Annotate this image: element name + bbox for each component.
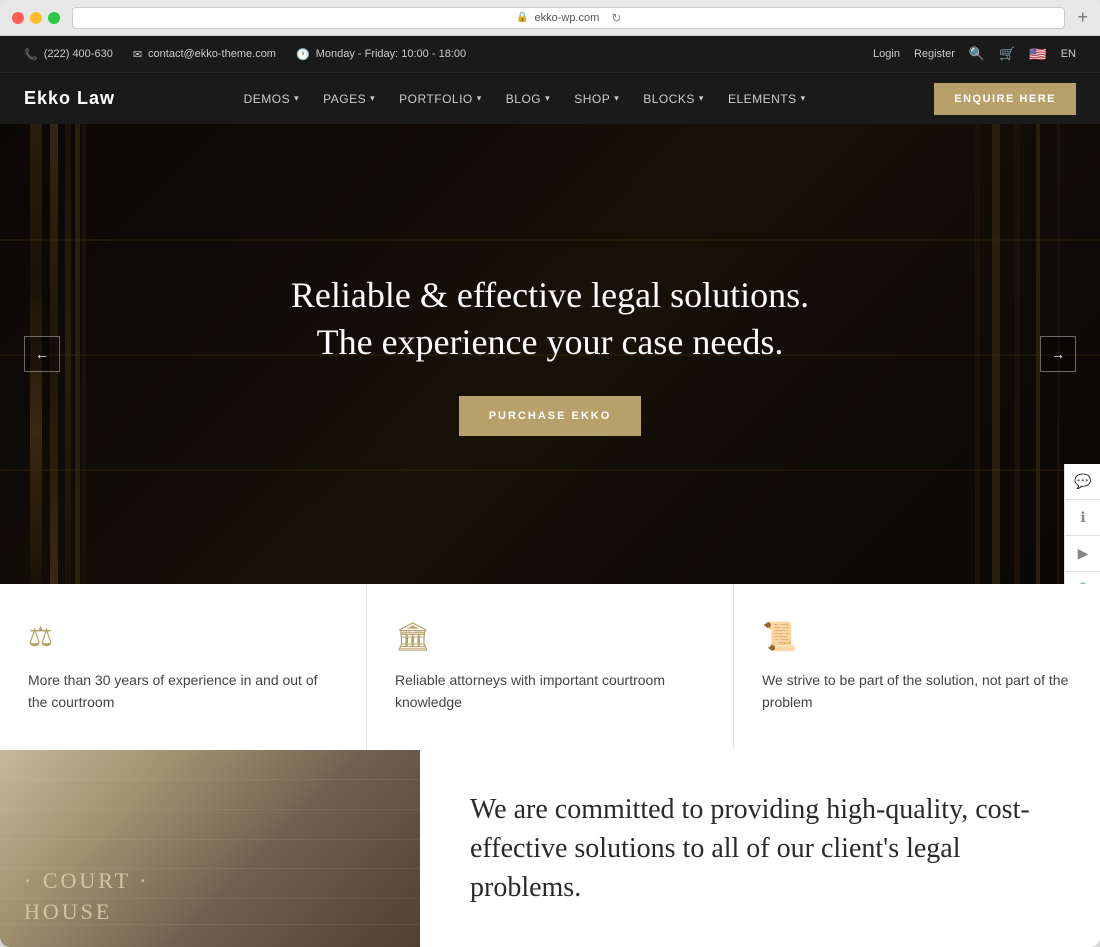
feature-text-1: Reliable attorneys with important courtr… — [395, 669, 705, 714]
email-icon: ✉ — [133, 48, 142, 61]
feature-card-1: 🏛 Reliable attorneys with important cour… — [367, 584, 734, 750]
enquire-button[interactable]: ENQUIRE HERE — [934, 83, 1076, 115]
url-text: ekko-wp.com — [535, 12, 600, 24]
info-icon[interactable]: ℹ — [1065, 500, 1100, 536]
arrow-right-icon: → — [1051, 346, 1065, 362]
nav-label-elements: ELEMENTS — [728, 92, 797, 106]
arrow-left-icon: ← — [35, 346, 49, 362]
feature-card-0: ⚖ More than 30 years of experience in an… — [0, 584, 367, 750]
business-hours: Monday - Friday: 10:00 - 18:00 — [316, 48, 466, 60]
chat-icon[interactable]: 💬 — [1065, 464, 1100, 500]
stone-line — [0, 779, 420, 780]
nav-item-blog[interactable]: BLOG ▾ — [506, 92, 550, 106]
chevron-down-icon: ▾ — [545, 93, 550, 104]
nav-item-portfolio[interactable]: PORTFOLIO ▾ — [399, 92, 482, 106]
register-link[interactable]: Register — [914, 48, 955, 60]
chevron-down-icon: ▾ — [370, 93, 375, 104]
hero-content: Reliable & effective legal solutions. Th… — [291, 272, 809, 436]
top-bar: 📞 (222) 400-630 ✉ contact@ekko-theme.com… — [0, 36, 1100, 72]
phone-icon: 📞 — [24, 48, 38, 61]
hero-prev-button[interactable]: ← — [24, 336, 60, 372]
nav-item-shop[interactable]: SHOP ▾ — [574, 92, 619, 106]
nav-label-portfolio: PORTFOLIO — [399, 92, 473, 106]
login-link[interactable]: Login — [873, 48, 900, 60]
nav-item-elements[interactable]: ELEMENTS ▾ — [728, 92, 806, 106]
search-icon[interactable]: 🔍 — [969, 46, 985, 62]
site-brand[interactable]: Ekko Law — [24, 88, 115, 109]
bottom-content: We are committed to providing high-quali… — [420, 750, 1100, 947]
close-button[interactable] — [12, 12, 24, 24]
email-address: contact@ekko-theme.com — [148, 48, 276, 60]
chevron-down-icon: ▾ — [699, 93, 704, 104]
scales-icon: ⚖ — [28, 620, 338, 653]
feature-text-2: We strive to be part of the solution, no… — [762, 669, 1072, 714]
courthouse-text-line1: · COURT · — [24, 866, 150, 897]
feature-text-0: More than 30 years of experience in and … — [28, 669, 338, 714]
courthouse-image: · COURT · HOUSE — [0, 750, 420, 947]
browser-chrome: 🔒 ekko-wp.com ↻ + — [0, 0, 1100, 36]
top-bar-left: 📞 (222) 400-630 ✉ contact@ekko-theme.com… — [24, 48, 466, 61]
refresh-icon[interactable]: ↻ — [611, 11, 621, 25]
shelf-horizontal — [0, 469, 1100, 471]
hero-title-line1: Reliable & effective legal solutions. — [291, 272, 809, 319]
nav-label-demos: DEMOS — [244, 92, 291, 106]
chevron-down-icon: ▾ — [801, 93, 806, 104]
chevron-down-icon: ▾ — [294, 93, 299, 104]
cart-icon[interactable]: 🛒 — [999, 46, 1015, 62]
feature-card-2: 📜 We strive to be part of the solution, … — [734, 584, 1100, 750]
hero-next-button[interactable]: → — [1040, 336, 1076, 372]
hours-info: 🕐 Monday - Friday: 10:00 - 18:00 — [296, 48, 466, 61]
clock-icon: 🕐 — [296, 48, 310, 61]
chevron-down-icon: ▾ — [614, 93, 619, 104]
chevron-down-icon: ▾ — [477, 93, 482, 104]
commitment-quote: We are committed to providing high-quali… — [470, 790, 1050, 908]
phone-number: (222) 400-630 — [44, 48, 113, 60]
shelf-horizontal — [0, 239, 1100, 241]
lock-sidebar-icon[interactable]: 🔒 — [1065, 572, 1100, 584]
hero-title-line2: The experience your case needs. — [291, 319, 809, 366]
flag-icon: 🇺🇸 — [1029, 46, 1046, 63]
courthouse-icon: 🏛 — [395, 620, 705, 653]
hero-cta-button[interactable]: PURCHASE EKKO — [459, 396, 642, 436]
features-section: ⚖ More than 30 years of experience in an… — [0, 584, 1100, 750]
lock-icon: 🔒 — [516, 12, 528, 23]
nav-item-blocks[interactable]: BLOCKS ▾ — [643, 92, 704, 106]
nav-label-pages: PAGES — [323, 92, 366, 106]
email-info: ✉ contact@ekko-theme.com — [133, 48, 276, 61]
play-icon[interactable]: ▶ — [1065, 536, 1100, 572]
stone-line — [0, 809, 420, 810]
lang-label[interactable]: EN — [1061, 48, 1076, 60]
nav-item-pages[interactable]: PAGES ▾ — [323, 92, 375, 106]
nav-item-demos[interactable]: DEMOS ▾ — [244, 92, 300, 106]
courthouse-text-line2: HOUSE — [24, 897, 150, 928]
maximize-button[interactable] — [48, 12, 60, 24]
scroll-icon: 📜 — [762, 620, 1072, 653]
hero-section: ← Reliable & effective legal solutions. … — [0, 124, 1100, 584]
navbar: Ekko Law DEMOS ▾ PAGES ▾ PORTFOLIO ▾ BLO… — [0, 72, 1100, 124]
browser-dots — [12, 12, 60, 24]
top-bar-right: Login Register 🔍 🛒 🇺🇸 EN — [873, 46, 1076, 63]
new-tab-button[interactable]: + — [1077, 7, 1088, 28]
nav-label-shop: SHOP — [574, 92, 610, 106]
sidebar-icon-panel: 💬 ℹ ▶ 🔒 — [1064, 464, 1100, 584]
nav-label-blocks: BLOCKS — [643, 92, 695, 106]
browser-window: 🔒 ekko-wp.com ↻ + 📞 (222) 400-630 ✉ cont… — [0, 0, 1100, 947]
courthouse-label: · COURT · HOUSE — [24, 866, 150, 928]
bottom-section: · COURT · HOUSE We are committed to prov… — [0, 750, 1100, 947]
hero-title: Reliable & effective legal solutions. Th… — [291, 272, 809, 366]
nav-menu: DEMOS ▾ PAGES ▾ PORTFOLIO ▾ BLOG ▾ SHOP … — [244, 92, 806, 106]
stone-line — [0, 839, 420, 840]
minimize-button[interactable] — [30, 12, 42, 24]
phone-info: 📞 (222) 400-630 — [24, 48, 113, 61]
nav-label-blog: BLOG — [506, 92, 541, 106]
address-bar[interactable]: 🔒 ekko-wp.com ↻ — [72, 7, 1065, 29]
